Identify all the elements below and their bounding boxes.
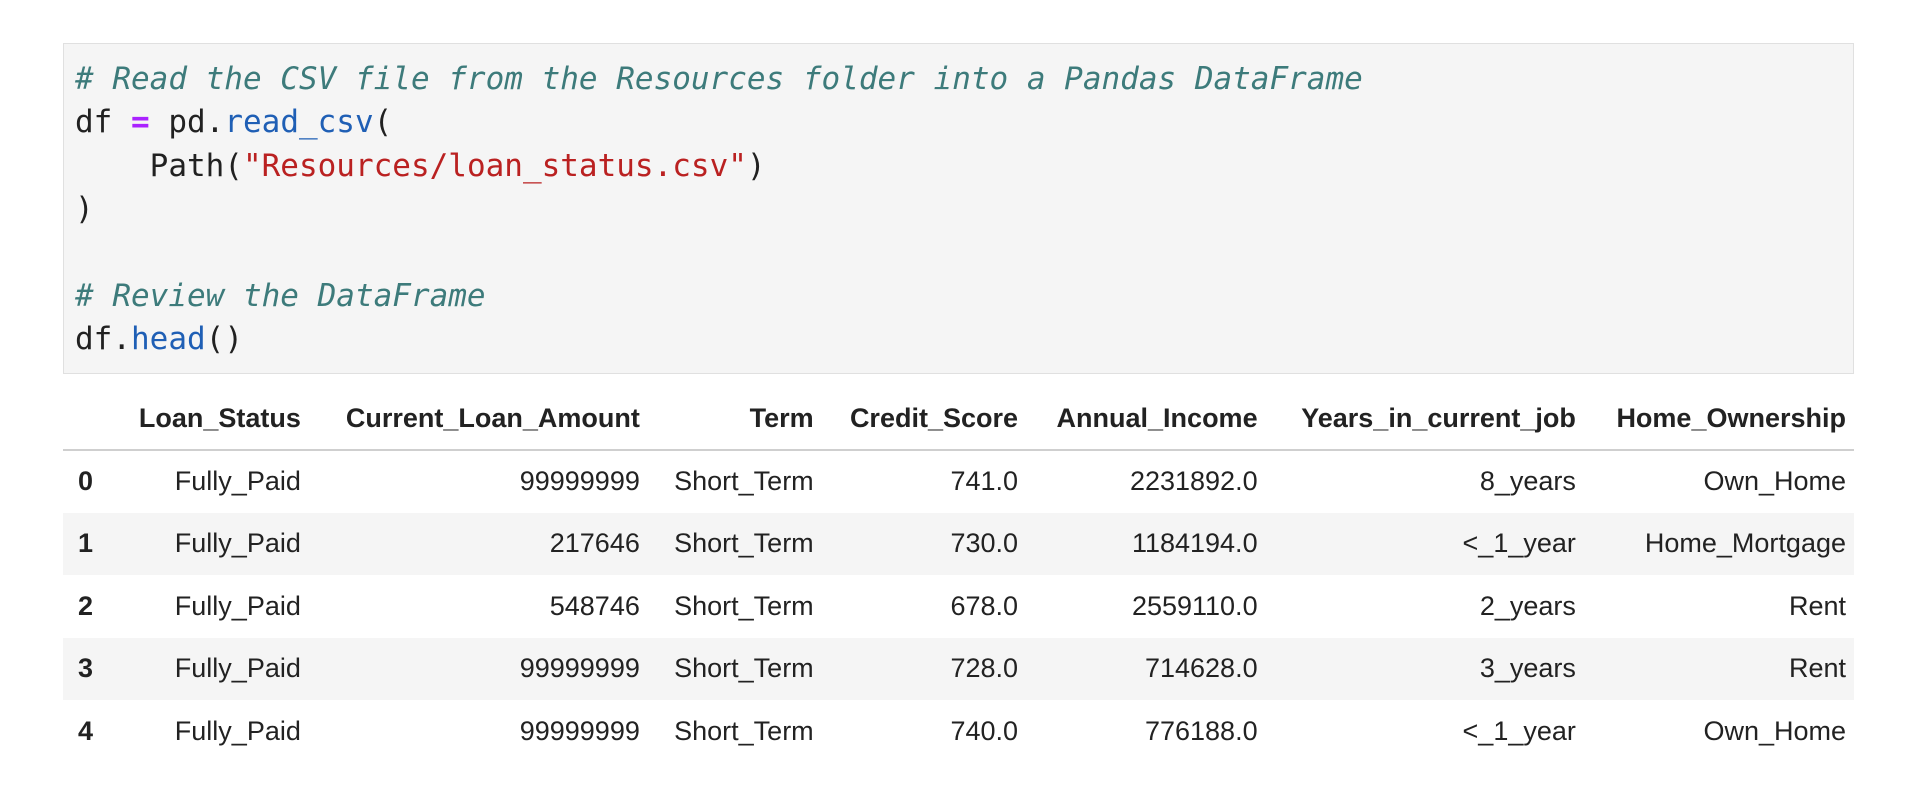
table-cell: 217646 — [549, 528, 640, 559]
code-text: ( — [373, 104, 393, 141]
column-header: Loan_Status — [111, 390, 309, 451]
table-cell: Short_Term — [674, 590, 814, 621]
code-text: () — [205, 321, 243, 358]
column-header: Annual_Income — [1026, 390, 1266, 451]
table-cell: 99999999 — [519, 466, 640, 497]
table-cell: <_1_year — [1462, 715, 1576, 746]
table-cell: Rent — [1788, 653, 1846, 684]
code-cell[interactable]: # Read the CSV file from the Resources f… — [63, 43, 1854, 374]
table-cell: Fully_Paid — [174, 715, 301, 746]
table-cell: 8_years — [1479, 466, 1576, 497]
table-cell: 740.0 — [950, 715, 1019, 746]
table-cell: 1184194.0 — [1131, 528, 1258, 559]
code-text: df. — [75, 321, 131, 358]
row-index: 4 — [78, 715, 94, 746]
table-cell: Fully_Paid — [174, 653, 301, 684]
table-cell: 730.0 — [950, 528, 1019, 559]
table-cell: Fully_Paid — [174, 528, 301, 559]
table-cell: Home_Mortgage — [1644, 528, 1846, 559]
table-cell: Short_Term — [674, 528, 814, 559]
code-line: ) — [75, 188, 1841, 231]
dataframe-output-table: Loan_Status Current_Loan_Amount Term Credit… — [63, 390, 1854, 763]
code-text: ) — [75, 191, 94, 228]
table-cell: Own_Home — [1703, 715, 1846, 746]
table-cell: Short_Term — [674, 715, 814, 746]
table-cell: Short_Term — [674, 466, 814, 497]
column-header: Home_Ownership — [1583, 390, 1854, 451]
code-function-name: read_csv — [224, 104, 374, 141]
code-text: ) — [746, 147, 766, 184]
table-cell: 2_years — [1479, 590, 1576, 621]
table-cell: Rent — [1788, 590, 1846, 621]
table-cell: 741.0 — [950, 466, 1019, 497]
code-line: # Review the DataFrame — [75, 275, 1841, 318]
table-cell: Fully_Paid — [174, 466, 301, 497]
code-line: # Read the CSV file from the Resources f… — [75, 58, 1841, 101]
code-comment: # Review the DataFrame — [75, 277, 486, 314]
table-cell: 99999999 — [519, 653, 640, 684]
code-text: df — [75, 104, 131, 141]
code-string: "Resources/loan_status.csv" — [242, 147, 747, 184]
table-cell: 776188.0 — [1144, 715, 1258, 746]
code-text: Path( — [75, 147, 243, 184]
column-header: Current_Loan_Amount — [308, 390, 648, 451]
table-cell: 548746 — [549, 590, 640, 621]
column-header: Term — [647, 390, 822, 451]
code-comment: # Read the CSV file from the Resources f… — [75, 61, 1363, 97]
table-cell: 714628.0 — [1144, 653, 1258, 684]
code-line: df.head() — [75, 318, 1841, 361]
row-index: 0 — [78, 466, 94, 497]
code-line: df = pd.read_csv( — [75, 101, 1841, 144]
row-index: 2 — [78, 590, 94, 621]
table-cell: 3_years — [1479, 653, 1576, 684]
code-function-name: head — [131, 321, 206, 358]
code-operator: = — [131, 104, 150, 141]
index-header — [63, 390, 111, 451]
table-row: 2 Fully_Paid 548746 Short_Term 678.0 2559110.… — [63, 575, 1854, 638]
table-cell: <_1_year — [1462, 528, 1576, 559]
table-row: 1 Fully_Paid 217646 Short_Term 730.0 1184194.… — [63, 512, 1854, 575]
table-cell: 678.0 — [950, 590, 1019, 621]
table-cell: 2231892.0 — [1129, 466, 1258, 497]
table-row: 4 Fully_Paid 99999999 Short_Term 740.0 776188… — [63, 700, 1854, 763]
table-body: 0 Fully_Paid 99999999 Short_Term 741.0 223189… — [63, 450, 1854, 763]
table-cell: 2559110.0 — [1131, 590, 1258, 621]
row-index: 3 — [78, 653, 94, 684]
column-header: Years_in_current_job — [1265, 390, 1584, 451]
column-header: Credit_Score — [821, 390, 1027, 451]
code-text: pd. — [149, 104, 225, 141]
table-cell: Own_Home — [1703, 466, 1846, 497]
table-cell: 99999999 — [519, 715, 640, 746]
table-row: 0 Fully_Paid 99999999 Short_Term 741.0 223189… — [63, 450, 1854, 513]
table-header-row: Loan_Status Current_Loan_Amount Term Credit… — [63, 390, 1854, 451]
table-cell: Fully_Paid — [174, 590, 301, 621]
code-line: Path("Resources/loan_status.csv") — [75, 145, 1841, 188]
table-row: 3 Fully_Paid 99999999 Short_Term 728.0 714628… — [63, 637, 1854, 700]
table-cell: 728.0 — [950, 653, 1019, 684]
row-index: 1 — [78, 528, 94, 559]
table-cell: Short_Term — [674, 653, 814, 684]
